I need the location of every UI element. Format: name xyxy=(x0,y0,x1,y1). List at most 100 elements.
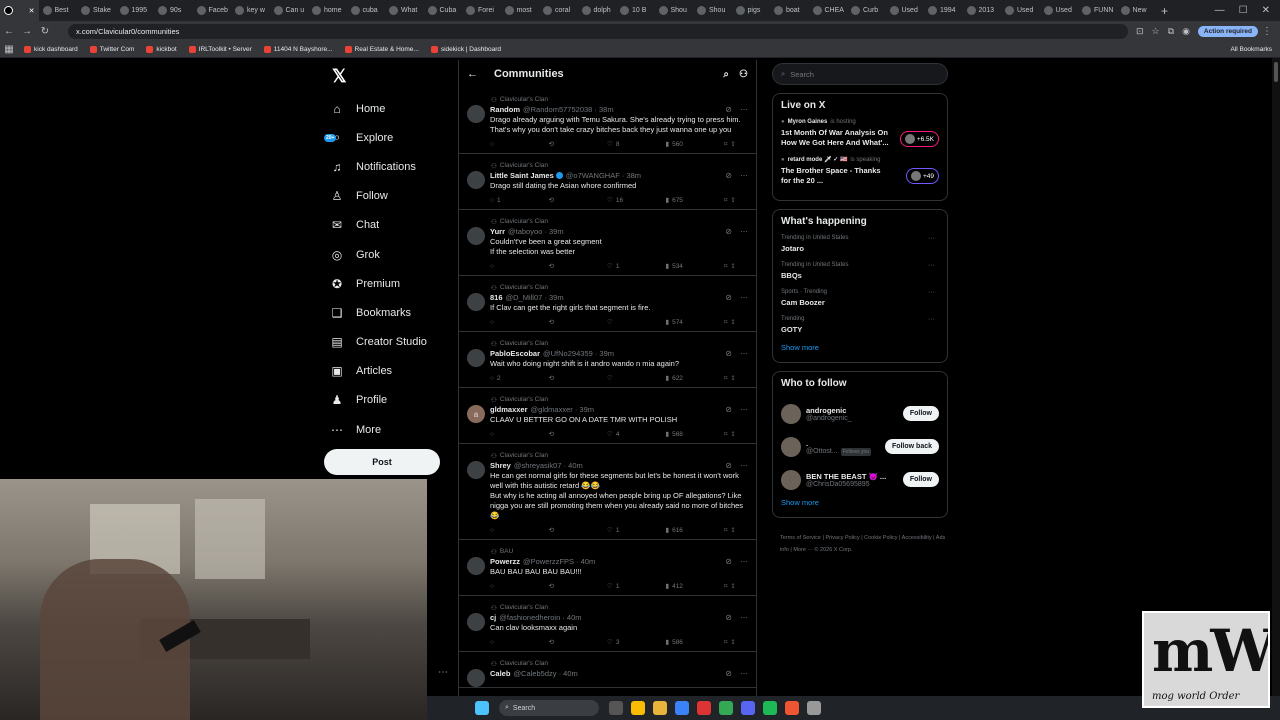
more-icon[interactable]: ⋯ xyxy=(438,667,448,678)
post[interactable]: ⚇ Clavicular's Clan 816 @D_Mill07 · 39m ⊘ ⋯ If… xyxy=(459,276,756,332)
reply-button[interactable]: ○ xyxy=(490,319,510,326)
author-handle[interactable]: @o7WANGHAF · 38m xyxy=(566,171,641,180)
post[interactable]: ⚇ Clavicular's Clan Random @Random57752038 … xyxy=(459,88,756,154)
app-icon[interactable] xyxy=(697,701,711,715)
maximize-icon[interactable]: ☐ xyxy=(1239,5,1248,16)
grok-icon[interactable]: ⊘ xyxy=(725,557,732,566)
discord-icon[interactable] xyxy=(741,701,755,715)
browser-tab[interactable]: CHEA xyxy=(809,0,848,21)
more-icon[interactable]: ··· xyxy=(928,262,935,269)
scrollbar-thumb[interactable] xyxy=(1274,62,1278,82)
more-icon[interactable]: ··· xyxy=(928,235,935,242)
show-more-link[interactable]: Show more xyxy=(781,343,939,352)
close-window-icon[interactable]: ✕ xyxy=(1262,5,1270,16)
bookmark-icon[interactable]: ⌑ xyxy=(724,582,727,590)
retweet-button[interactable]: ⟲ xyxy=(549,638,569,646)
bookmark-icon[interactable]: ⌑ xyxy=(724,430,727,438)
views-button[interactable]: ▮ 616 xyxy=(666,526,686,535)
post[interactable]: ⚇ Clavicular's Clan Yurr @taboyoo · 39m ⊘ ⋯ Co… xyxy=(459,210,756,276)
more-icon[interactable]: ⋯ xyxy=(740,405,748,414)
nav-item-follow[interactable]: ♙ Follow xyxy=(324,182,444,211)
post[interactable]: ⚇ Clavicular's Clan Shrey @shreyasik07 · 40… xyxy=(459,444,756,540)
extensions-icon[interactable]: ⧉ xyxy=(1168,26,1174,37)
back-icon[interactable]: ← xyxy=(0,26,18,37)
share-icon[interactable]: ⇪ xyxy=(730,262,735,270)
browser-tab[interactable]: Faceb xyxy=(193,0,232,21)
post[interactable]: ⚇ Clavicular's Clan Little Saint James @o7W… xyxy=(459,154,756,210)
more-icon[interactable]: ⋯ xyxy=(740,669,748,678)
reply-button[interactable]: ○ xyxy=(490,141,510,148)
browser-tab[interactable]: New xyxy=(1117,0,1156,21)
grok-icon[interactable]: ⊘ xyxy=(725,349,732,358)
avatar[interactable] xyxy=(467,105,485,123)
bookmark-item[interactable]: Real Estate & Home... xyxy=(339,46,425,53)
browser-tab[interactable]: 10 B xyxy=(616,0,655,21)
grok-icon[interactable]: ⊘ xyxy=(725,171,732,180)
nav-item-more[interactable]: ⋯ More xyxy=(324,415,444,444)
retweet-button[interactable]: ⟲ xyxy=(549,262,569,270)
share-icon[interactable]: ⇪ xyxy=(730,638,735,646)
more-icon[interactable]: ··· xyxy=(928,289,935,296)
start-icon[interactable] xyxy=(475,701,489,715)
star-icon[interactable]: ☆ xyxy=(1152,26,1160,37)
reply-button[interactable]: ○ xyxy=(490,583,510,590)
author-name[interactable]: Shrey xyxy=(490,461,511,470)
show-more-link[interactable]: Show more xyxy=(781,498,939,507)
url-input[interactable]: x.com/Clavicular0/communities xyxy=(68,24,1128,39)
nav-item-creator-studio[interactable]: ▤ Creator Studio xyxy=(324,328,444,357)
share-icon[interactable]: ⇪ xyxy=(730,374,735,382)
grok-icon[interactable]: ⊘ xyxy=(725,227,732,236)
grok-icon[interactable]: ⊘ xyxy=(725,461,732,470)
like-button[interactable]: ♡ 1 xyxy=(607,262,627,271)
share-icon[interactable]: ⇪ xyxy=(730,430,735,438)
follow-suggestion[interactable]: . @Ottost... Follows you Follow back xyxy=(781,430,939,463)
nav-item-chat[interactable]: ✉ Chat xyxy=(324,211,444,240)
browser-tab[interactable]: Used xyxy=(1040,0,1079,21)
avatar[interactable] xyxy=(781,436,801,457)
reply-button[interactable]: ○ xyxy=(490,639,510,646)
avatar[interactable]: a xyxy=(467,405,485,423)
browser-tab[interactable]: Used xyxy=(886,0,925,21)
views-button[interactable]: ▮ 534 xyxy=(666,262,686,271)
live-item[interactable]: ● retard mode 🗡 ✓ 🇺🇸 is speaking The Brothe… xyxy=(781,156,939,186)
nav-item-grok[interactable]: ◎ Grok xyxy=(324,240,444,269)
retweet-button[interactable]: ⟲ xyxy=(549,196,569,204)
back-arrow-icon[interactable]: ← xyxy=(467,68,478,80)
browser-tab[interactable]: Shou xyxy=(655,0,694,21)
share-icon[interactable]: ⇪ xyxy=(730,526,735,534)
retweet-button[interactable]: ⟲ xyxy=(549,582,569,590)
app-icon[interactable] xyxy=(785,701,799,715)
more-icon[interactable]: ⋯ xyxy=(740,349,748,358)
author-handle[interactable]: @Random57752038 · 38m xyxy=(523,105,614,114)
post-button[interactable]: Post xyxy=(324,449,440,475)
grok-icon[interactable]: ⊘ xyxy=(725,293,732,302)
bookmark-item[interactable]: Twitter Com xyxy=(84,46,141,53)
grok-icon[interactable]: ⊘ xyxy=(725,669,732,678)
reply-button[interactable]: ○ xyxy=(490,263,510,270)
avatar[interactable] xyxy=(467,461,485,479)
like-button[interactable]: ♡ 3 xyxy=(607,638,627,647)
avatar[interactable] xyxy=(467,349,485,367)
profile-icon[interactable]: ◉ xyxy=(1182,26,1190,37)
avatar[interactable] xyxy=(467,557,485,575)
app-icon[interactable] xyxy=(675,701,689,715)
new-tab-button[interactable]: + xyxy=(1155,4,1174,18)
app-icon[interactable] xyxy=(807,701,821,715)
avatar[interactable] xyxy=(467,669,485,687)
follow-button[interactable]: Follow xyxy=(902,406,939,421)
follow-suggestion[interactable]: androgenic @androgenic_ Follow xyxy=(781,397,939,430)
trend-item[interactable]: Trending GOTY ··· xyxy=(781,316,939,334)
follow-suggestion[interactable]: BEN THE BEAST 😈 ... @ChrisDa05695895 Follo… xyxy=(781,463,939,496)
browser-tab[interactable]: Best xyxy=(39,0,78,21)
bookmark-icon[interactable]: ⌑ xyxy=(724,318,727,326)
browser-tab[interactable]: 1994 xyxy=(924,0,963,21)
follow-button[interactable]: Follow back xyxy=(884,439,939,454)
bookmark-icon[interactable]: ⌑ xyxy=(724,374,727,382)
like-button[interactable]: ♡ 4 xyxy=(607,430,627,439)
author-handle[interactable]: @PowerzzFPS · 40m xyxy=(523,557,595,566)
more-icon[interactable]: ⋯ xyxy=(740,105,748,114)
nav-item-notifications[interactable]: ♫ 20+ Notifications xyxy=(324,134,444,181)
follow-button[interactable]: Follow xyxy=(902,472,939,487)
browser-tab[interactable]: What xyxy=(385,0,424,21)
bookmark-icon[interactable]: ⌑ xyxy=(724,526,727,534)
